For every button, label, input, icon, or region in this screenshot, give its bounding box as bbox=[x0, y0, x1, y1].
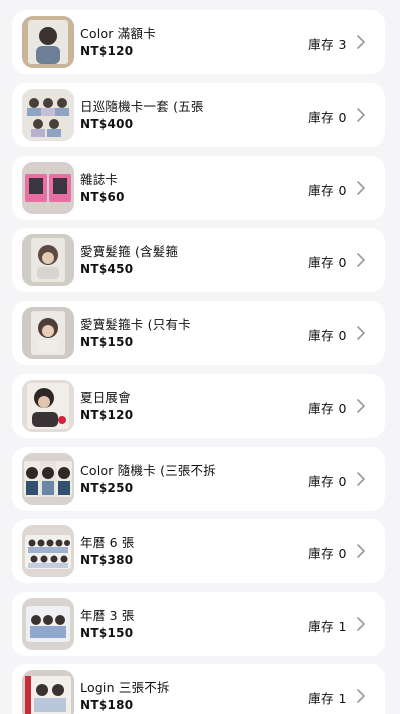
photocard-portrait-icon bbox=[22, 16, 74, 68]
product-row[interactable]: 日巡隨機卡一套 (五張 NT$400 庫存 0 bbox=[12, 83, 385, 147]
chevron-right-icon bbox=[357, 472, 365, 486]
product-stock: 庫存 0 bbox=[308, 474, 347, 489]
product-stock: 庫存 0 bbox=[308, 401, 347, 416]
product-price: NT$250 bbox=[80, 481, 134, 495]
product-title: Color 隨機卡 (三張不拆 bbox=[80, 463, 216, 478]
product-price: NT$450 bbox=[80, 262, 134, 276]
chevron-right-icon bbox=[357, 399, 365, 413]
product-list: Color 滿額卡 NT$120 庫存 3 日巡隨機卡一套 (五張 NT$400… bbox=[0, 0, 400, 714]
product-thumbnail bbox=[22, 234, 74, 286]
chevron-right-icon bbox=[357, 544, 365, 558]
product-price: NT$380 bbox=[80, 553, 134, 567]
product-title: 夏日展會 bbox=[80, 390, 131, 405]
product-thumbnail bbox=[22, 670, 74, 714]
product-row[interactable]: 年曆 6 張 NT$380 庫存 0 bbox=[12, 519, 385, 583]
product-stock: 庫存 0 bbox=[308, 183, 347, 198]
product-stock: 庫存 0 bbox=[308, 110, 347, 125]
product-stock: 庫存 0 bbox=[308, 328, 347, 343]
product-thumbnail bbox=[22, 453, 74, 505]
product-thumbnail bbox=[22, 16, 74, 68]
product-thumbnail bbox=[22, 380, 74, 432]
product-stock: 庫存 3 bbox=[308, 37, 347, 52]
photocard-set-icon bbox=[22, 89, 74, 141]
chevron-right-icon bbox=[357, 35, 365, 49]
chevron-right-icon bbox=[357, 326, 365, 340]
product-row[interactable]: 年曆 3 張 NT$150 庫存 1 bbox=[12, 592, 385, 656]
product-thumbnail bbox=[22, 525, 74, 577]
product-price: NT$120 bbox=[80, 408, 134, 422]
chevron-right-icon bbox=[357, 181, 365, 195]
product-title: 雜誌卡 bbox=[80, 172, 119, 187]
photocard-portrait-icon bbox=[22, 380, 74, 432]
photocard-set-icon bbox=[22, 453, 74, 505]
product-stock: 庫存 1 bbox=[308, 619, 347, 634]
product-title: 日巡隨機卡一套 (五張 bbox=[80, 99, 204, 114]
headband-card-icon bbox=[22, 307, 74, 359]
calendar-cards-icon bbox=[22, 598, 74, 650]
product-price: NT$150 bbox=[80, 335, 134, 349]
product-row[interactable]: Color 滿額卡 NT$120 庫存 3 bbox=[12, 10, 385, 74]
product-stock: 庫存 0 bbox=[308, 546, 347, 561]
chevron-right-icon bbox=[357, 253, 365, 267]
calendar-cards-icon bbox=[22, 525, 74, 577]
product-title: 愛寶髮箍卡 (只有卡 bbox=[80, 317, 191, 332]
magazine-cards-icon bbox=[22, 162, 74, 214]
product-price: NT$180 bbox=[80, 698, 134, 712]
headband-card-icon bbox=[22, 234, 74, 286]
product-title: Login 三張不拆 bbox=[80, 680, 170, 695]
product-title: 年曆 6 張 bbox=[80, 535, 135, 550]
product-thumbnail bbox=[22, 89, 74, 141]
product-price: NT$60 bbox=[80, 190, 125, 204]
product-row[interactable]: Color 隨機卡 (三張不拆 NT$250 庫存 0 bbox=[12, 447, 385, 511]
product-row[interactable]: 夏日展會 NT$120 庫存 0 bbox=[12, 374, 385, 438]
product-row[interactable]: 愛寶髮箍卡 (只有卡 NT$150 庫存 0 bbox=[12, 301, 385, 365]
product-row[interactable]: Login 三張不拆 NT$180 庫存 1 bbox=[12, 664, 385, 714]
product-price: NT$120 bbox=[80, 44, 134, 58]
chevron-right-icon bbox=[357, 108, 365, 122]
product-price: NT$400 bbox=[80, 117, 134, 131]
product-thumbnail bbox=[22, 598, 74, 650]
product-row[interactable]: 愛寶髮箍 (含髮箍 NT$450 庫存 0 bbox=[12, 228, 385, 292]
photocard-set-icon bbox=[22, 670, 74, 714]
chevron-right-icon bbox=[357, 689, 365, 703]
product-title: 愛寶髮箍 (含髮箍 bbox=[80, 244, 179, 259]
product-title: 年曆 3 張 bbox=[80, 608, 135, 623]
chevron-right-icon bbox=[357, 617, 365, 631]
product-title: Color 滿額卡 bbox=[80, 26, 156, 41]
product-row[interactable]: 雜誌卡 NT$60 庫存 0 bbox=[12, 156, 385, 220]
product-thumbnail bbox=[22, 307, 74, 359]
product-stock: 庫存 0 bbox=[308, 255, 347, 270]
product-thumbnail bbox=[22, 162, 74, 214]
product-price: NT$150 bbox=[80, 626, 134, 640]
product-stock: 庫存 1 bbox=[308, 691, 347, 706]
